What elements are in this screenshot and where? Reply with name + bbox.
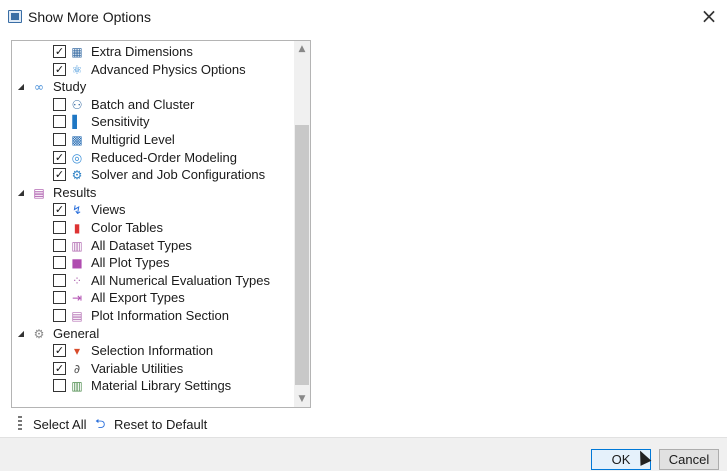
tree-item-label: Batch and Cluster (91, 96, 195, 112)
reset-to-default-button[interactable]: Reset to Default (114, 417, 207, 432)
tree-item-label: Reduced-Order Modeling (91, 149, 237, 165)
tree-item-checkbox[interactable]: ✓ (53, 168, 66, 182)
close-button[interactable]: × (699, 6, 719, 26)
tree-item-label: All Numerical Evaluation Types (91, 272, 270, 288)
tree-item[interactable]: ▮ Color Tables (12, 219, 293, 237)
tree-item-checkbox[interactable] (53, 291, 66, 305)
tree-item-checkbox[interactable] (53, 256, 66, 270)
options-tree: ✓ ▦ Extra Dimensions ✓ ⚛ Advanced Physics Opt… (12, 41, 293, 407)
tree-item[interactable]: ▥ All Dataset Types (12, 237, 293, 255)
views-icon: ↯ (71, 203, 83, 218)
tree-item-checkbox[interactable]: ✓ (53, 361, 66, 375)
select-all-button[interactable]: Select All (33, 417, 86, 432)
material-library-icon: ▥ (71, 379, 83, 394)
scroll-thumb[interactable] (295, 125, 309, 385)
tree-item[interactable]: ✓ ▦ Extra Dimensions (12, 43, 293, 61)
export-icon: ⇥ (71, 291, 83, 306)
study-icon: ∞ (34, 80, 44, 95)
tree-item[interactable]: ▌ Sensitivity (12, 113, 293, 131)
tree-item-label: Variable Utilities (91, 360, 184, 376)
tree-item-checkbox[interactable] (53, 379, 66, 393)
collapse-icon[interactable]: ◢ (16, 82, 26, 92)
title-bar: Show More Options × (0, 0, 727, 34)
tree-item-checkbox[interactable] (53, 115, 66, 129)
tree-item-checkbox[interactable]: ✓ (53, 150, 66, 164)
tree-item-checkbox[interactable] (53, 273, 66, 287)
tree-group-general[interactable]: ◢ ⚙ General (12, 325, 293, 343)
tree-item-checkbox[interactable] (53, 133, 66, 146)
tree-group-label: General (53, 325, 100, 341)
tree-item-checkbox[interactable] (53, 97, 66, 111)
tree-item-label: Sensitivity (91, 114, 150, 130)
tree-item-label: Plot Information Section (91, 308, 230, 323)
plot-icon: ■ (71, 256, 83, 271)
tree-item[interactable]: ✓ ⚙ Solver and Job Configurations (12, 166, 293, 184)
tree-item-checkbox[interactable]: ✓ (53, 344, 66, 358)
collapse-icon[interactable]: ◢ (16, 329, 26, 339)
tree-toolbar: Select All ⮌ Reset to Default (11, 412, 727, 436)
tree-item-label: Color Tables (91, 220, 164, 235)
tree-item-checkbox[interactable]: ✓ (53, 45, 66, 58)
tree-item[interactable]: ✓ ↯ Views (12, 201, 293, 219)
tree-group-study[interactable]: ◢ ∞ Study (12, 78, 293, 96)
tree-scrollbar[interactable]: ▲ ▼ (294, 41, 310, 407)
tree-item[interactable]: ⚇ Batch and Cluster (12, 96, 293, 114)
atom-icon: ⚛ (71, 62, 83, 77)
tree-item-label: All Plot Types (91, 255, 170, 271)
multigrid-icon: ▩ (71, 133, 83, 147)
collapse-icon[interactable]: ◢ (16, 188, 26, 198)
reset-icon[interactable]: ⮌ (95, 415, 105, 437)
tree-item[interactable]: ✓ ⚛ Advanced Physics Options (12, 61, 293, 79)
tree-item-label: All Export Types (91, 290, 185, 306)
tree-group-label: Results (53, 184, 97, 200)
tree-item[interactable]: ▥ Material Library Settings (12, 377, 293, 395)
extra-dimensions-icon: ▦ (71, 45, 83, 59)
variable-utilities-icon: ∂ (73, 361, 81, 376)
scroll-up-icon[interactable]: ▲ (294, 41, 310, 57)
tree-item-checkbox[interactable] (53, 238, 66, 252)
dataset-icon: ▥ (71, 238, 83, 253)
select-all-icon[interactable] (18, 416, 22, 432)
tree-item-label: Views (91, 202, 126, 218)
numerical-eval-icon: ⁘ (71, 273, 83, 288)
tree-item-label: Selection Information (91, 343, 214, 359)
tree-group-results[interactable]: ◢ ▤ Results (12, 184, 293, 202)
tree-item-checkbox[interactable] (53, 221, 66, 234)
dialog-footer: OK Cancel (0, 437, 727, 471)
tree-item-label: Material Library Settings (91, 378, 232, 394)
tree-item-label: Advanced Physics Options (91, 61, 246, 77)
results-icon: ▤ (33, 185, 45, 200)
reduced-order-icon: ◎ (71, 150, 83, 165)
tree-item-label: Solver and Job Configurations (91, 167, 266, 183)
tree-item[interactable]: ⇥ All Export Types (12, 289, 293, 307)
selection-info-icon: ▾ (73, 344, 81, 359)
tree-item-label: Multigrid Level (91, 132, 175, 147)
tree-item[interactable]: ✓ ∂ Variable Utilities (12, 360, 293, 378)
sensitivity-icon: ▌ (72, 115, 82, 130)
tree-item[interactable]: ⁘ All Numerical Evaluation Types (12, 272, 293, 290)
tree-item[interactable]: ■ All Plot Types (12, 254, 293, 272)
plot-info-icon: ▤ (71, 309, 83, 323)
tree-item[interactable]: ✓ ◎ Reduced-Order Modeling (12, 149, 293, 167)
dialog-title: Show More Options (28, 9, 151, 25)
color-tables-icon: ▮ (73, 221, 81, 235)
cancel-button[interactable]: Cancel (659, 449, 719, 470)
gear-icon: ⚙ (33, 326, 45, 341)
tree-item-label: All Dataset Types (91, 237, 192, 253)
batch-cluster-icon: ⚇ (71, 97, 83, 112)
tree-item[interactable]: ✓ ▾ Selection Information (12, 342, 293, 360)
tree-item-checkbox[interactable] (53, 309, 66, 322)
tree-item[interactable]: ▤ Plot Information Section (12, 307, 293, 325)
tree-group-label: Study (53, 79, 87, 95)
scroll-down-icon[interactable]: ▼ (294, 391, 310, 407)
tree-item[interactable]: ▩ Multigrid Level (12, 131, 293, 149)
tree-item-checkbox[interactable]: ✓ (53, 203, 66, 217)
tree-item-checkbox[interactable]: ✓ (53, 62, 66, 76)
options-tree-panel: ✓ ▦ Extra Dimensions ✓ ⚛ Advanced Physics Opt… (11, 40, 311, 408)
app-icon (8, 10, 22, 23)
solver-icon: ⚙ (71, 168, 83, 183)
tree-item-label: Extra Dimensions (91, 44, 193, 59)
